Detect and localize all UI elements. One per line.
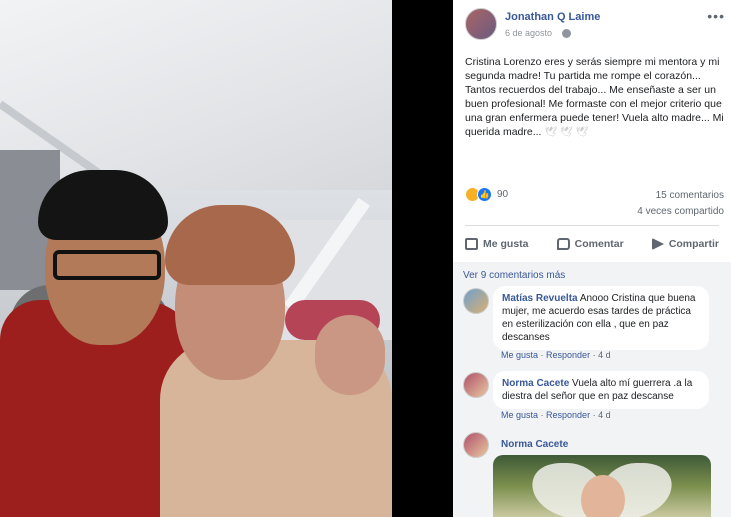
post-header: Jonathan Q Laime 6 de agosto •••	[465, 8, 727, 44]
facebook-photo-viewer: Jonathan Q Laime 6 de agosto ••• Cristin…	[0, 0, 731, 517]
post-date[interactable]: 6 de agosto	[505, 28, 552, 38]
view-more-comments-link[interactable]: Ver 9 comentarios más	[463, 270, 565, 281]
post-actions: Me gusta Comentar Compartir	[465, 230, 719, 258]
post-body: Cristina Lorenzo eres y serás siempre mi…	[465, 56, 724, 138]
commenter-avatar[interactable]	[463, 288, 489, 314]
globe-icon	[562, 29, 571, 38]
post-panel: Jonathan Q Laime 6 de agosto ••• Cristin…	[453, 0, 731, 517]
comment-icon	[556, 238, 570, 250]
comment-reply-link[interactable]: Responder	[546, 350, 590, 360]
author-name[interactable]: Jonathan Q Laime	[505, 11, 600, 23]
comment-button[interactable]: Comentar	[556, 238, 624, 250]
like-button[interactable]: Me gusta	[465, 238, 529, 250]
commenter-name[interactable]: Matías Revuelta	[502, 293, 578, 304]
comment-like-link[interactable]: Me gusta	[501, 350, 538, 360]
shares-count[interactable]: 4 veces compartido	[637, 206, 724, 217]
comment-reply-link[interactable]: Responder	[546, 410, 590, 420]
more-options-icon[interactable]: •••	[707, 8, 725, 24]
comment-bubble: Norma Cacete Vuela alto mí guerrera .a l…	[493, 371, 709, 409]
commenter-name[interactable]: Norma Cacete	[501, 439, 568, 450]
comment-meta: Me gusta · Responder · 4 d	[501, 410, 611, 420]
share-label: Compartir	[668, 238, 719, 250]
reaction-count: 90	[497, 189, 509, 200]
like-reaction-icon: 👍	[477, 187, 492, 202]
commenter-avatar[interactable]	[463, 432, 489, 458]
post-text: Cristina Lorenzo eres y serás siempre mi…	[465, 55, 727, 140]
commenter-name[interactable]: Norma Cacete	[502, 378, 569, 389]
author-avatar[interactable]	[465, 8, 497, 40]
share-button[interactable]: Compartir	[651, 238, 719, 250]
photo-glasses	[53, 250, 161, 280]
comment-time[interactable]: 4 d	[598, 410, 611, 420]
share-icon	[651, 238, 664, 250]
like-label: Me gusta	[483, 238, 529, 250]
dove-emoji: 🕊 🕊 🕊	[544, 127, 589, 138]
comments-count[interactable]: 15 comentarios	[656, 190, 724, 201]
photo-hand	[315, 315, 385, 395]
comment-image[interactable]	[493, 455, 711, 517]
post-photo[interactable]	[0, 0, 392, 517]
comment-bubble: Matías Revuelta Anooo Cristina que buena…	[493, 286, 709, 350]
comment-time[interactable]: 4 d	[598, 350, 611, 360]
photo-woman-hair	[165, 205, 295, 285]
angel-face	[581, 475, 625, 517]
divider	[465, 225, 719, 226]
commenter-avatar[interactable]	[463, 372, 489, 398]
comment-meta: Me gusta · Responder · 4 d	[501, 350, 611, 360]
comment-label: Comentar	[574, 238, 624, 250]
comment-like-link[interactable]: Me gusta	[501, 410, 538, 420]
thumbs-up-icon	[465, 238, 478, 250]
